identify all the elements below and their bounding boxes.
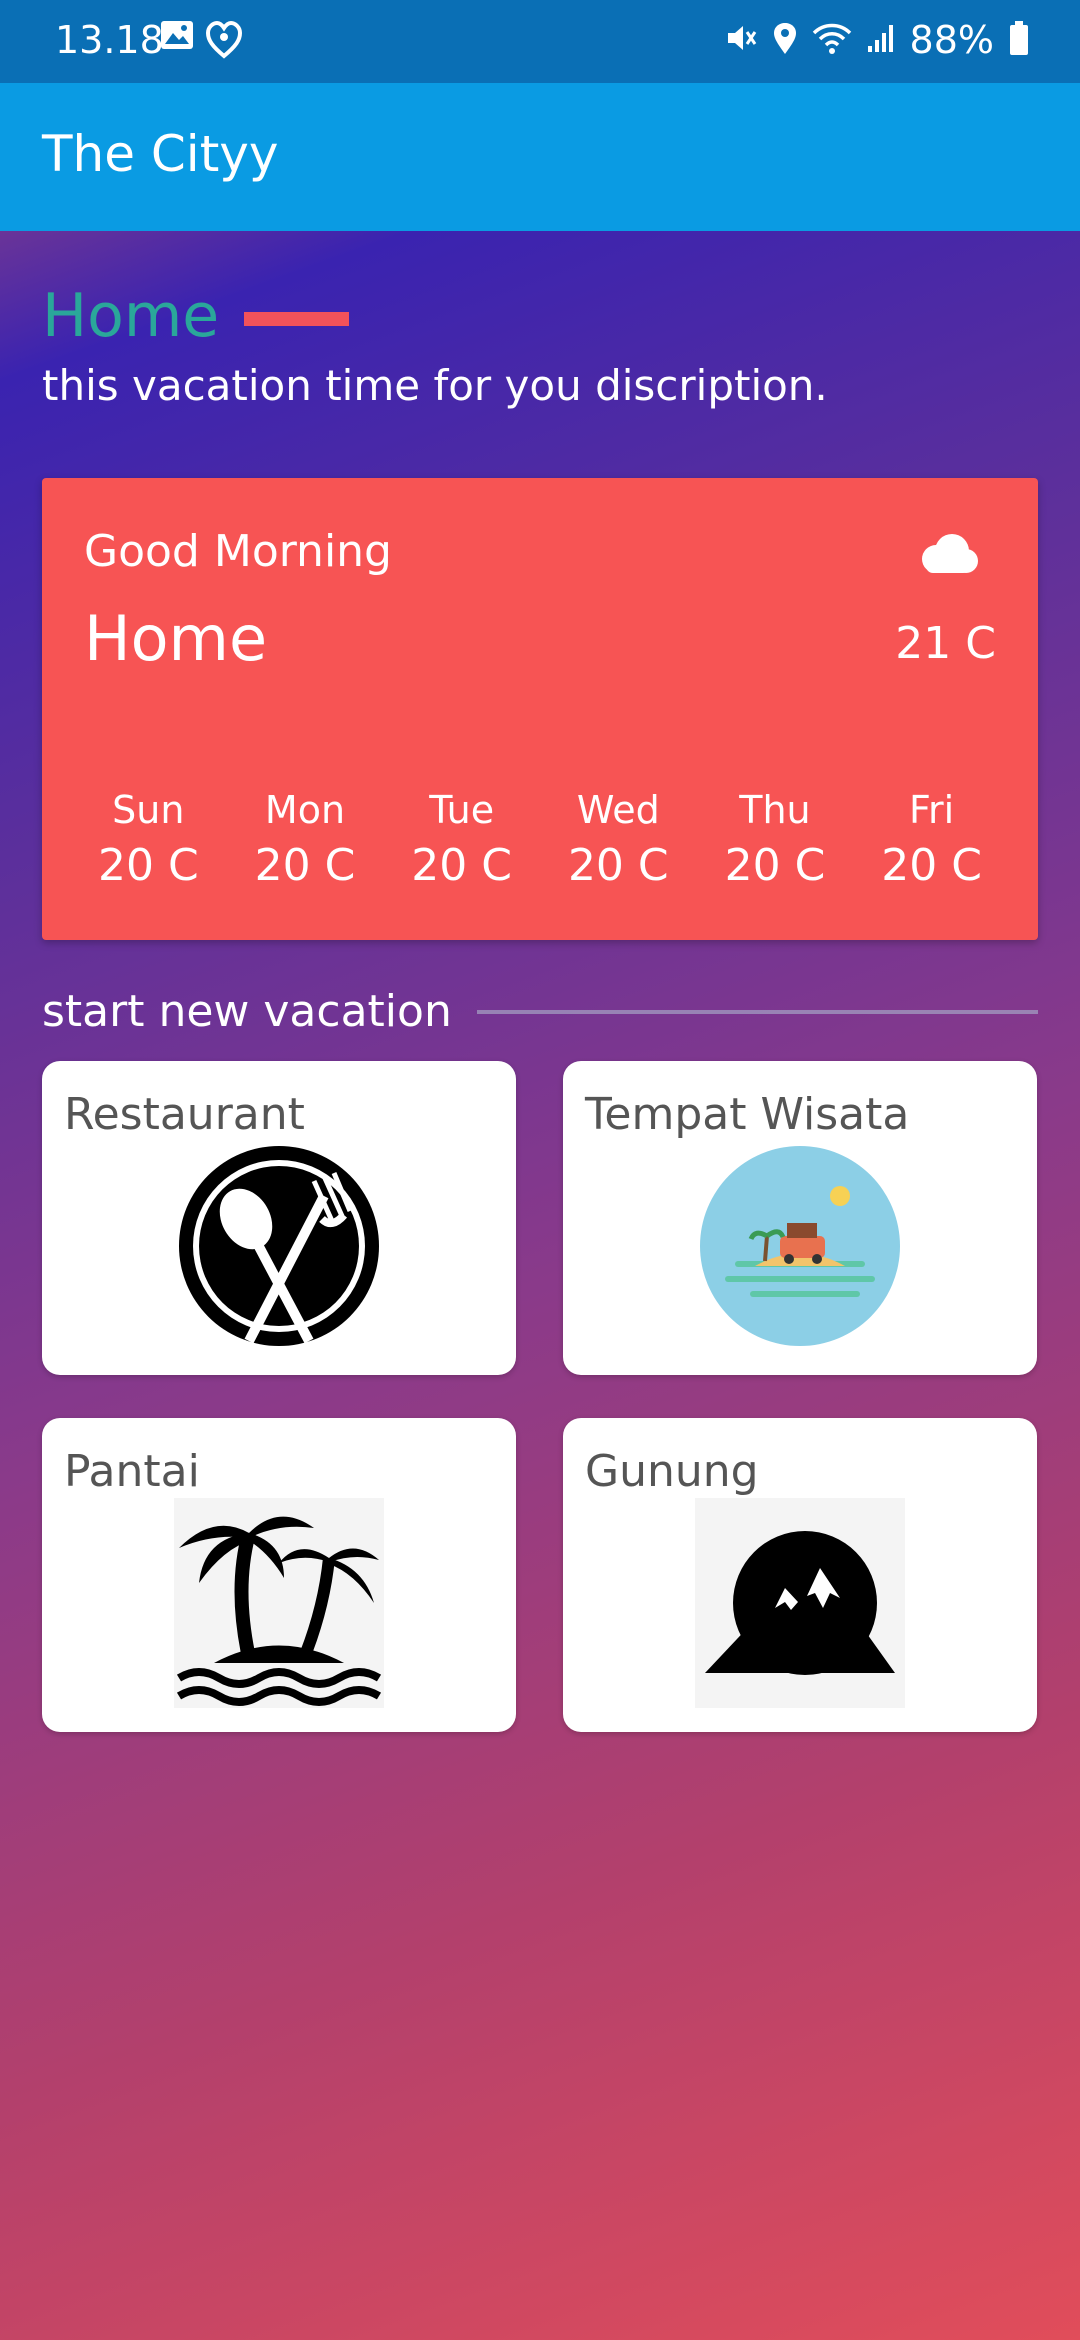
forecast-temperature: 20 C: [724, 840, 826, 891]
battery-percentage: 88%: [909, 18, 994, 62]
location-icon: [772, 21, 798, 59]
image-icon: [160, 20, 194, 64]
category-label: Tempat Wisata: [585, 1089, 910, 1140]
wifi-icon: [812, 21, 852, 59]
status-system-icons: 88%: [724, 18, 1030, 62]
current-temperature: 21 C: [895, 618, 996, 669]
signal-icon: [866, 22, 896, 58]
forecast-day-label: Thu: [739, 788, 811, 832]
forecast-temperature: 20 C: [881, 840, 982, 891]
restaurant-icon: [174, 1141, 384, 1355]
weather-location: Home: [84, 602, 268, 675]
forecast-day-label: Tue: [429, 788, 495, 832]
app-title: The Cityy: [42, 125, 279, 183]
section-header: start new vacation: [42, 986, 1038, 1037]
forecast-temperature: 20 C: [97, 840, 199, 891]
forecast-temperature: 20 C: [411, 840, 512, 891]
forecast-row: Sun 20 C Mon 20 C Tue 20 C Wed 20 C Thu …: [42, 788, 1038, 891]
category-label: Pantai: [64, 1446, 200, 1497]
forecast-day-label: Sun: [112, 788, 185, 832]
forecast-day: Mon 20 C: [229, 788, 381, 891]
page-heading: Home: [42, 281, 350, 351]
weather-card[interactable]: Good Morning Home 21 C Sun 20 C Mon 20 C…: [42, 478, 1038, 940]
category-tile-restaurant[interactable]: Restaurant: [42, 1061, 516, 1375]
page-subtitle: this vacation time for you discription.: [42, 361, 828, 410]
forecast-day: Sun 20 C: [72, 788, 224, 891]
forecast-day: Fri 20 C: [856, 788, 1008, 891]
mute-icon: [724, 21, 758, 59]
status-time: 13.18: [55, 18, 164, 62]
main-content: Home this vacation time for you discript…: [0, 231, 1080, 2340]
weather-greeting: Good Morning: [84, 526, 392, 577]
title-accent-bar: [244, 312, 350, 326]
app-bar: The Cityy: [0, 83, 1080, 231]
category-tile-gunung[interactable]: Gunung: [563, 1418, 1037, 1732]
forecast-day: Tue 20 C: [386, 788, 538, 891]
section-divider: [476, 1009, 1038, 1014]
heart-icon: [205, 20, 243, 64]
palm-island-icon: [174, 1498, 384, 1712]
mountain-icon: [695, 1498, 905, 1712]
forecast-day: Wed 20 C: [542, 788, 694, 891]
category-label: Restaurant: [64, 1089, 305, 1140]
category-tile-tempat-wisata[interactable]: Tempat Wisata: [563, 1061, 1037, 1375]
cloud-icon: [914, 533, 980, 579]
status-bar: 13.18 88%: [0, 0, 1080, 83]
forecast-day-label: Fri: [908, 788, 955, 832]
forecast-day: Thu 20 C: [699, 788, 851, 891]
category-label: Gunung: [585, 1446, 759, 1497]
forecast-day-label: Wed: [576, 788, 660, 832]
section-title: start new vacation: [42, 986, 452, 1037]
category-tile-pantai[interactable]: Pantai: [42, 1418, 516, 1732]
beach-scene-icon: [695, 1141, 905, 1355]
page-title: Home: [42, 281, 220, 351]
status-notification-icons: [160, 20, 243, 64]
forecast-day-label: Mon: [264, 788, 346, 832]
forecast-temperature: 20 C: [567, 840, 669, 891]
battery-icon: [1008, 20, 1030, 60]
forecast-temperature: 20 C: [254, 840, 356, 891]
